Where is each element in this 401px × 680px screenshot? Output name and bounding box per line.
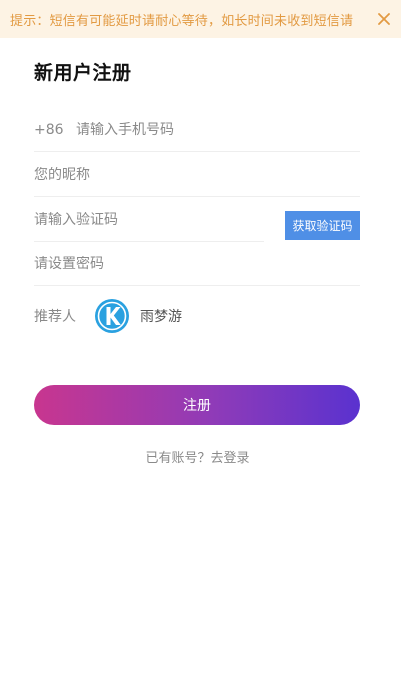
phone-input[interactable] bbox=[76, 121, 360, 138]
notice-text: 提示：短信有可能延时请耐心等待，如长时间未收到短信请 bbox=[10, 13, 354, 29]
nickname-input[interactable] bbox=[34, 166, 360, 183]
kugou-k-avatar-icon bbox=[94, 298, 130, 334]
nickname-row bbox=[34, 153, 360, 197]
referrer-name: 雨梦游 bbox=[140, 309, 182, 325]
verification-code-input[interactable] bbox=[34, 211, 264, 228]
password-row bbox=[34, 242, 360, 286]
referrer-row: 推荐人 雨梦游 bbox=[34, 298, 360, 334]
notice-banner: 提示：短信有可能延时请耐心等待，如长时间未收到短信请 bbox=[0, 0, 401, 38]
page-title: 新用户注册 bbox=[34, 62, 132, 84]
code-row bbox=[34, 198, 264, 242]
register-button[interactable]: 注册 bbox=[34, 385, 360, 425]
login-link[interactable]: 已有账号？去登录 bbox=[0, 447, 395, 466]
get-code-button[interactable]: 获取验证码 bbox=[285, 211, 360, 240]
register-page: 提示：短信有可能延时请耐心等待，如长时间未收到短信请 新用户注册 +86 获取验… bbox=[0, 0, 401, 680]
phone-row: +86 bbox=[34, 108, 360, 152]
close-icon[interactable] bbox=[375, 10, 393, 28]
password-input[interactable] bbox=[34, 255, 360, 272]
referrer-label: 推荐人 bbox=[34, 309, 76, 325]
country-code: +86 bbox=[34, 121, 64, 138]
